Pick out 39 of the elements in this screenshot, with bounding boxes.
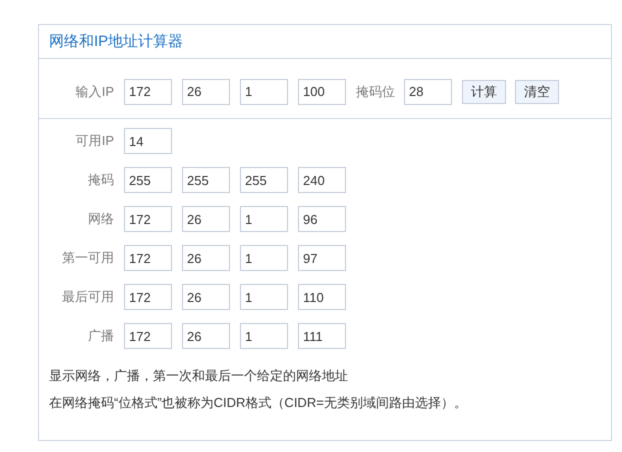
input-field[interactable]: 255 [182,167,230,193]
field-label: 广播 [87,327,114,345]
input-field[interactable]: 28 [404,78,452,104]
field-label: 掩码位 [356,82,395,100]
input-field[interactable]: 172 [124,78,172,104]
input-field[interactable]: 255 [240,167,288,193]
action-button[interactable]: 计算 [462,80,506,104]
input-field[interactable]: 172 [124,323,172,349]
input-field[interactable]: 1 [240,206,288,232]
input-field[interactable]: 14 [124,128,172,154]
input-field[interactable]: 1 [240,78,288,104]
input-field[interactable]: 97 [298,245,346,271]
input-field[interactable]: 110 [298,284,346,310]
input-field[interactable]: 172 [124,284,172,310]
input-field[interactable]: 26 [182,284,230,310]
input-field[interactable]: 96 [298,206,346,232]
input-field[interactable]: 26 [182,78,230,104]
field-label: 输入IP [74,82,114,100]
description-text: 在网络掩码“位格式”也被称为CIDR格式（CIDR=无类别域间路由选择）。 [49,394,468,411]
input-field[interactable]: 100 [298,78,346,104]
field-label: 可用IP [74,132,114,150]
field-label: 掩码 [87,171,114,189]
input-field[interactable]: 255 [124,167,172,193]
input-field[interactable]: 240 [298,167,346,193]
input-field[interactable]: 26 [182,206,230,232]
input-field[interactable]: 1 [240,245,288,271]
field-label: 第一可用 [61,249,114,267]
input-field[interactable]: 1 [240,323,288,349]
input-field[interactable]: 111 [298,323,346,349]
input-field[interactable]: 26 [182,245,230,271]
action-button[interactable]: 清空 [515,80,559,104]
input-field[interactable]: 1 [240,284,288,310]
input-field[interactable]: 172 [124,206,172,232]
field-label: 最后可用 [61,288,114,306]
input-field[interactable]: 172 [124,245,172,271]
field-label: 网络 [87,210,114,228]
input-field[interactable]: 26 [182,323,230,349]
panel-title: 网络和IP地址计算器 [49,32,184,51]
description-text: 显示网络，广播，第一次和最后一个给定的网络地址 [49,367,349,384]
